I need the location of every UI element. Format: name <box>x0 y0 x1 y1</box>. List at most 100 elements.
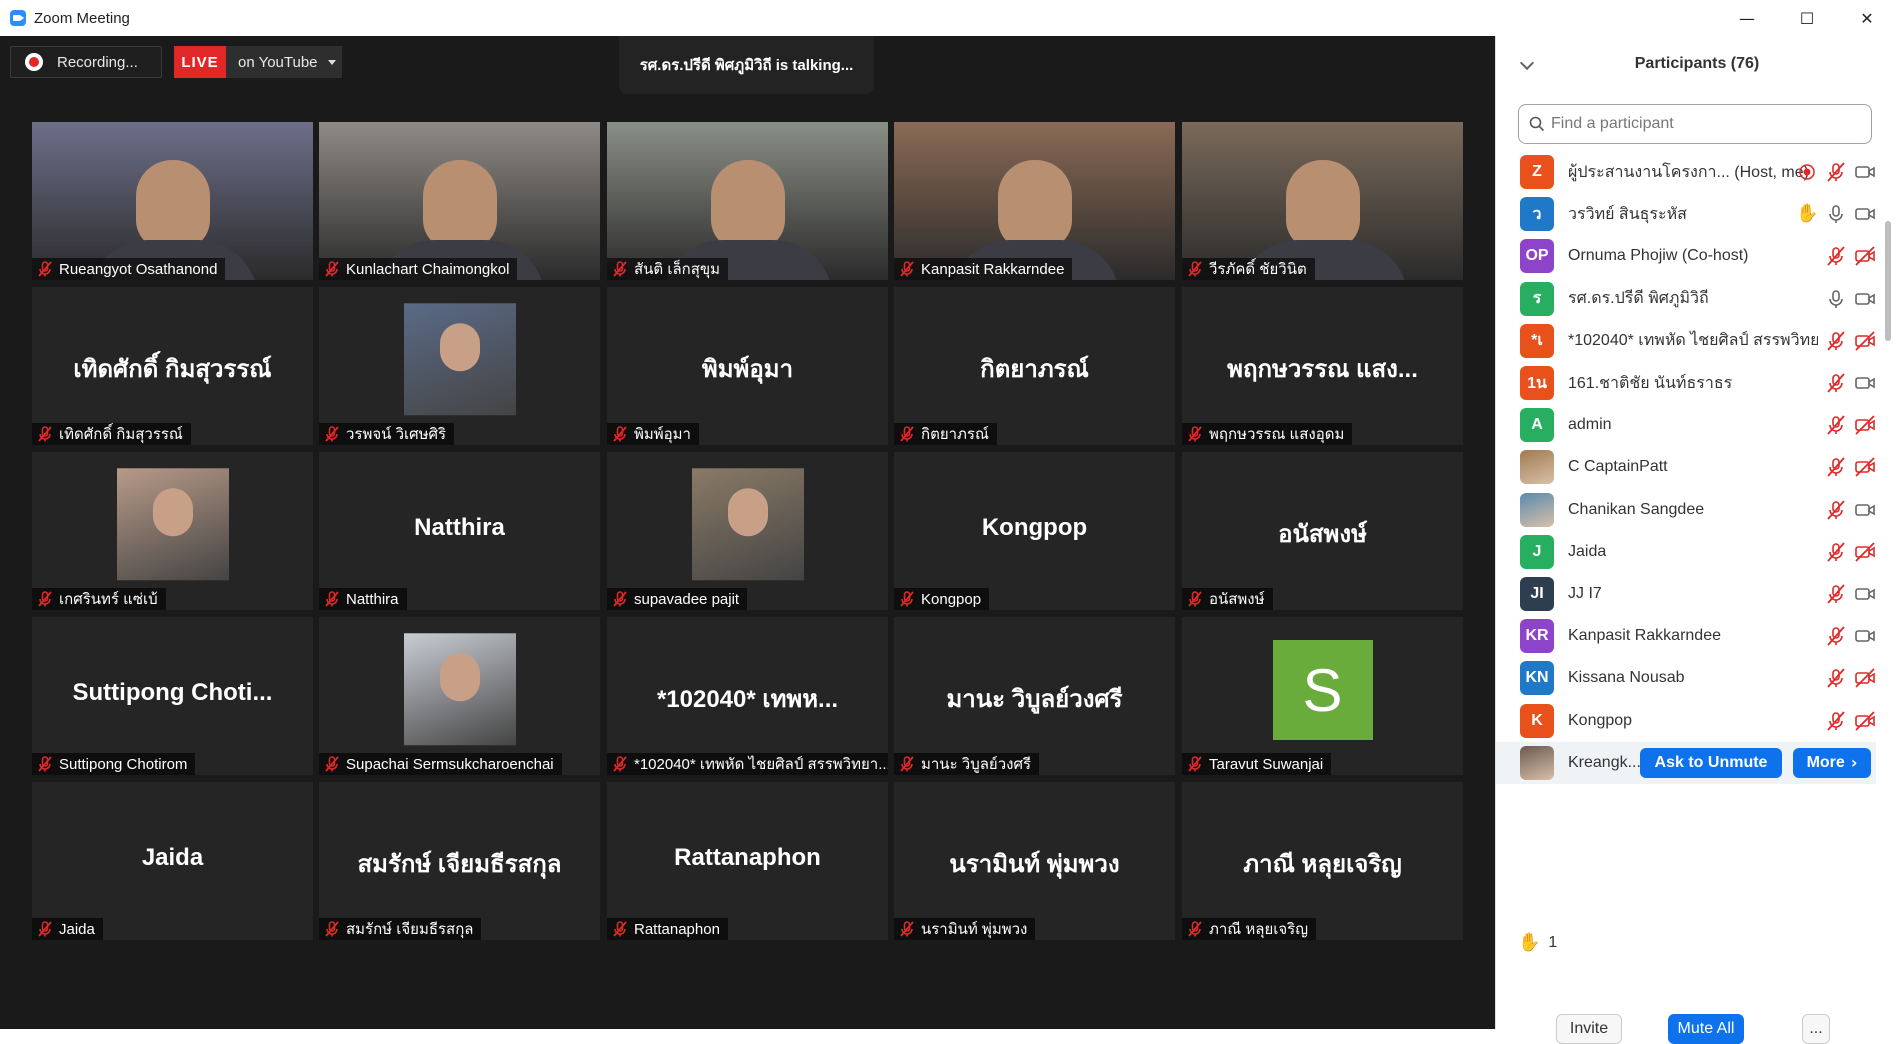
participant-list-name: Kongpop <box>1568 711 1633 729</box>
scrollbar[interactable] <box>1885 221 1891 341</box>
participant-tile[interactable]: อนัสพงษ์ อนัสพงษ์ <box>1182 452 1463 610</box>
participant-row[interactable]: Kreangk... Ask to Unmute More › <box>1496 741 1876 784</box>
tile-display-name: Rattanaphon <box>674 844 821 871</box>
tile-display-name: Kongpop <box>981 514 1088 541</box>
participant-tile[interactable]: กิตยาภรณ์ กิตยาภรณ์ <box>894 287 1175 445</box>
participant-list-name: 161.ชาติชัย นันท์ธราธร <box>1568 374 1733 392</box>
participant-list-name: C CaptainPatt <box>1568 458 1668 476</box>
participant-row[interactable]: K Kongpop <box>1496 700 1876 742</box>
profile-picture <box>116 468 229 581</box>
participant-tile[interactable]: supavadee pajit <box>607 452 888 610</box>
minimize-button[interactable]: — <box>1717 0 1777 36</box>
tile-display-name: ภาณี หลุยเจริญ <box>1243 851 1402 878</box>
record-icon <box>25 53 43 71</box>
participant-avatar <box>1520 745 1554 780</box>
participant-name: Rattanaphon <box>634 920 720 938</box>
ask-to-unmute-button[interactable]: Ask to Unmute <box>1640 747 1782 778</box>
participant-search[interactable] <box>1518 104 1872 144</box>
participant-tile[interactable]: Kongpop Kongpop <box>894 452 1175 610</box>
participant-tile[interactable]: Kunlachart Chaimongkol <box>319 122 600 280</box>
participant-avatar: *เ <box>1520 323 1554 358</box>
participant-row[interactable]: OP Ornuma Phojiw (Co-host) <box>1496 235 1876 277</box>
mic-muted-icon <box>36 920 54 938</box>
participant-row[interactable]: 1น 161.ชาติชัย นันท์ธราธร <box>1496 362 1876 404</box>
raised-hand-icon: ✋ <box>1796 203 1819 225</box>
participant-tile[interactable]: Rattanaphon Rattanaphon <box>607 782 888 940</box>
participant-row[interactable]: KN Kissana Nousab <box>1496 657 1876 699</box>
maximize-button[interactable]: ☐ <box>1777 0 1837 36</box>
participant-avatar: OP <box>1520 239 1554 274</box>
participant-name: Supachai Sermsukcharoenchai <box>346 755 554 773</box>
participant-tile[interactable]: *102040* เทพห... *102040* เทพหัด ไชยศิลป์… <box>607 617 888 775</box>
participant-tile[interactable]: Supachai Sermsukcharoenchai <box>319 617 600 775</box>
mic-muted-icon <box>611 590 629 608</box>
active-speaker-banner: รศ.ดร.ปรีดี พิศภูมิวิถี is talking... <box>619 36 874 94</box>
participant-name: มานะ วิบูลย์วงศรี <box>921 756 1032 773</box>
participant-tile[interactable]: เกศรินทร์ แซ่เบ้ <box>32 452 313 610</box>
video-icon <box>1854 372 1876 394</box>
participant-row[interactable]: Chanikan Sangdee <box>1496 489 1876 531</box>
tile-name-label: วีรภัคดิ์ ชัยวินิต <box>1182 258 1315 280</box>
more-participant-actions-button[interactable]: More › <box>1793 747 1871 778</box>
profile-picture <box>403 633 516 746</box>
participant-tile[interactable]: Rueangyot Osathanond <box>32 122 313 280</box>
participant-tile[interactable]: Jaida Jaida <box>32 782 313 940</box>
participant-row[interactable]: JI JJ I7 <box>1496 573 1876 615</box>
tile-display-name: กิตยาภรณ์ <box>980 356 1089 383</box>
participant-row[interactable]: Aadmin <box>1496 404 1876 446</box>
participant-row[interactable]: J Jaida <box>1496 531 1876 573</box>
tile-name-label: Jaida <box>32 918 103 940</box>
participant-tile[interactable]: พิมพ์อุมา พิมพ์อุมา <box>607 287 888 445</box>
mic-muted-icon <box>1186 920 1204 938</box>
recording-icon <box>1796 161 1818 183</box>
stream-destination-dropdown[interactable]: on YouTube <box>226 46 342 78</box>
participant-status-icons <box>1789 161 1876 183</box>
participant-tile[interactable]: Suttipong Choti... Suttipong Chotirom <box>32 617 313 775</box>
participant-tile[interactable]: มานะ วิบูลย์วงศรี มานะ วิบูลย์วงศรี <box>894 617 1175 775</box>
participant-status-icons <box>1818 583 1876 605</box>
participant-name: กิตยาภรณ์ <box>921 426 989 443</box>
stream-label: on YouTube <box>238 53 318 71</box>
participant-tile[interactable]: เทิดศักดิ์ กิมสุวรรณ์ เทิดศักดิ์ กิมสุวรร… <box>32 287 313 445</box>
participant-tile[interactable]: วรพจน์ วิเศษศิริ <box>319 287 600 445</box>
participant-tile[interactable]: นรามินท์ พุ่มพวง นรามินท์ พุ่มพวง <box>894 782 1175 940</box>
invite-button[interactable]: Invite <box>1556 1014 1622 1044</box>
participant-tile[interactable]: พฤกษวรรณ แสง... พฤกษวรรณ แสงอุดม <box>1182 287 1463 445</box>
participant-row[interactable]: ร รศ.ดร.ปรีดี พิศภูมิวิถี <box>1496 278 1876 320</box>
participant-tile[interactable]: วีรภัคดิ์ ชัยวินิต <box>1182 122 1463 280</box>
participant-avatar <box>1520 450 1554 485</box>
mute-all-button[interactable]: Mute All <box>1668 1014 1744 1044</box>
video-off-icon <box>1854 667 1876 689</box>
recording-indicator[interactable]: Recording... <box>10 46 162 78</box>
participant-name: วีรภัคดิ์ ชัยวินิต <box>1209 261 1307 278</box>
participant-tile[interactable]: Natthira Natthira <box>319 452 600 610</box>
participant-list-name: Kanpasit Rakkarndee <box>1568 627 1721 645</box>
participant-status-icons <box>1818 541 1876 563</box>
tile-display-name: พฤกษวรรณ แสง... <box>1227 356 1418 383</box>
participant-status-icons <box>1818 710 1876 732</box>
participant-name: ภาณี หลุยเจริญ <box>1209 921 1309 938</box>
participant-row[interactable]: KR Kanpasit Rakkarndee <box>1496 615 1876 657</box>
participant-name: Natthira <box>346 590 399 608</box>
participant-name: สันติ เล็กสุขุม <box>634 261 721 278</box>
participant-tile[interactable]: สมรักษ์ เจียมธีรสกุล สมรักษ์ เจียมธีรสกุล <box>319 782 600 940</box>
participant-row[interactable]: C CaptainPatt <box>1496 446 1876 488</box>
more-options-button[interactable]: ... <box>1802 1014 1830 1044</box>
participant-row[interactable]: *เ *102040* เทพหัด ไชยศิลป์ สรรพวิทย... <box>1496 320 1876 362</box>
participant-list-name: Jaida <box>1568 542 1607 560</box>
video-feed <box>1285 160 1360 250</box>
participant-tile[interactable]: ภาณี หลุยเจริญ ภาณี หลุยเจริญ <box>1182 782 1463 940</box>
participant-tile[interactable]: สันติ เล็กสุขุม <box>607 122 888 280</box>
close-button[interactable]: ✕ <box>1837 0 1897 36</box>
participant-row[interactable]: ว วรวิทย์ สินธุระหัส ✋ <box>1496 193 1876 235</box>
participant-list-name: Ornuma Phojiw (Co-host) <box>1568 247 1749 265</box>
participant-tile[interactable]: Kanpasit Rakkarndee <box>894 122 1175 280</box>
search-input[interactable] <box>1551 115 1851 133</box>
profile-face <box>439 323 480 372</box>
tile-display-name: นรามินท์ พุ่มพวง <box>949 851 1120 878</box>
participant-tile[interactable]: S Taravut Suwanjai <box>1182 617 1463 775</box>
video-off-icon <box>1854 710 1876 732</box>
participant-avatar: JI <box>1520 577 1554 611</box>
participant-row[interactable]: Z ผู้ประสานงานโครงกา... (Host, me) <box>1496 151 1876 193</box>
participants-panel: Participants (76) Z ผู้ประสานงานโครงกา...… <box>1495 36 1897 1044</box>
